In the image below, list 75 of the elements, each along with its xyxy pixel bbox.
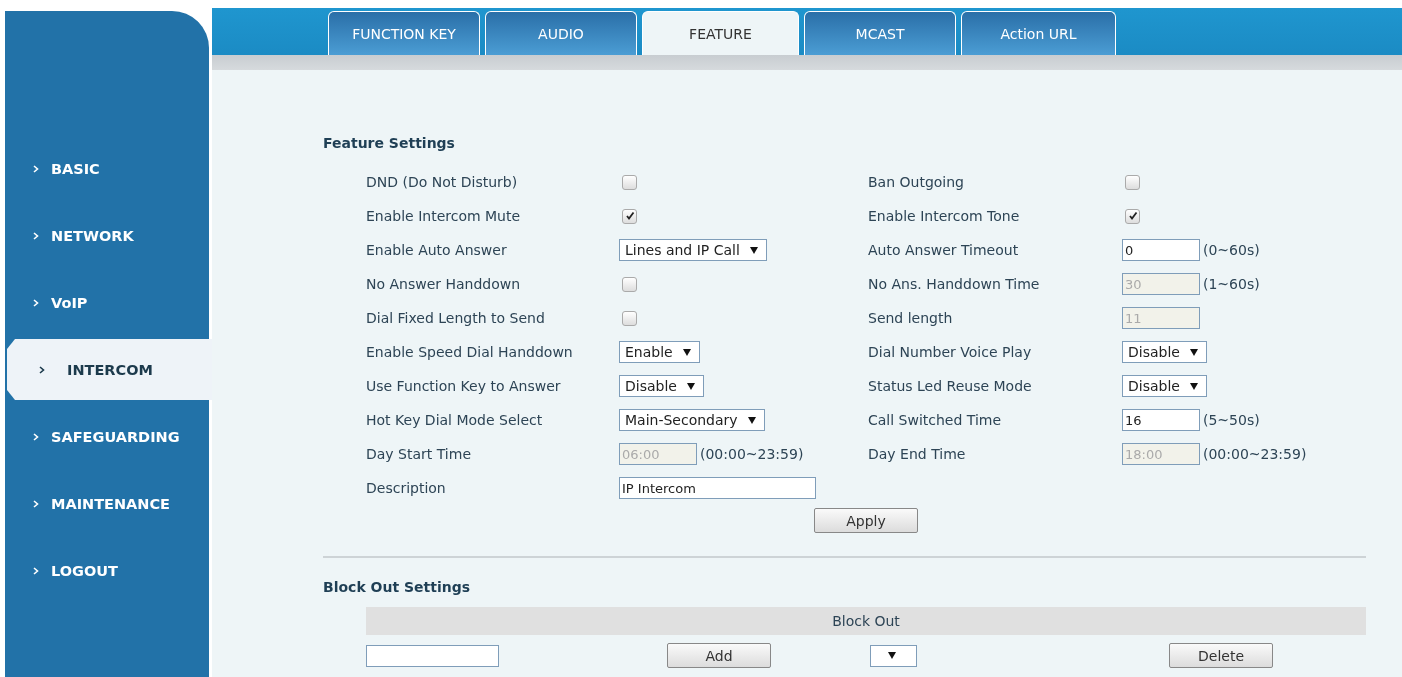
chevron-icon [33, 499, 39, 508]
dropdown[interactable] [870, 644, 917, 667]
field-label: Send length [868, 310, 954, 326]
sidebar-item[interactable]: LOGOUT [5, 540, 209, 601]
field-label: Auto Answer Timeout [868, 242, 1020, 258]
delete-button[interactable]: Delete [1169, 643, 1273, 668]
checkbox[interactable] [622, 174, 637, 190]
table-header: Block Out [366, 607, 1366, 635]
input-field[interactable]: 0 [1122, 239, 1200, 261]
section-title: Block Out Settings [323, 579, 472, 595]
caret-icon [1189, 348, 1198, 356]
field-label: Call Switched Time [868, 412, 1003, 428]
field-label: Day Start Time [366, 446, 472, 462]
checkbox[interactable] [622, 208, 637, 224]
field-label: Hot Key Dial Mode Select [366, 412, 544, 428]
caret-icon [686, 382, 695, 390]
dropdown[interactable]: Disable [1122, 341, 1207, 363]
sidebar-item[interactable]: SAFEGUARDING [5, 406, 209, 467]
chevron-icon [33, 231, 39, 240]
section-title: Feature Settings [323, 135, 456, 151]
range-hint: (00:00~23:59) [700, 446, 804, 462]
sidebar-item[interactable]: NETWORK [5, 205, 209, 266]
field-label: Dial Fixed Length to Send [366, 310, 546, 326]
tab[interactable]: MCAST [804, 11, 956, 55]
field-label: Enable Auto Answer [366, 242, 508, 258]
caret-icon [682, 348, 691, 356]
tab[interactable]: Action URL [961, 11, 1116, 55]
chevron-icon [33, 298, 39, 307]
check-icon [1127, 211, 1138, 221]
checkbox[interactable] [622, 310, 637, 326]
input-field[interactable]: 16 [1122, 409, 1200, 431]
sidebar-item[interactable]: INTERCOM [7, 339, 212, 400]
chevron-icon [33, 164, 39, 173]
field-label: Use Function Key to Answer [366, 378, 562, 394]
field-label: DND (Do Not Disturb) [366, 174, 519, 190]
field-label: Enable Speed Dial Handdown [366, 344, 574, 360]
dropdown[interactable]: Main-Secondary [619, 409, 765, 431]
field-label: Status Led Reuse Mode [868, 378, 1033, 394]
checkbox[interactable] [622, 276, 637, 292]
dropdown[interactable]: Enable [619, 341, 700, 363]
caret-icon [747, 416, 756, 424]
input-field[interactable] [366, 644, 499, 667]
range-hint: (0~60s) [1203, 242, 1260, 258]
field-label: Ban Outgoing [868, 174, 965, 190]
caret-icon [888, 652, 896, 659]
field-label: Dial Number Voice Play [868, 344, 1033, 360]
tab[interactable]: FUNCTION KEY [328, 11, 480, 55]
chevron-icon [33, 432, 39, 441]
sidebar-item[interactable]: BASIC [5, 138, 209, 199]
apply-button[interactable]: Apply [814, 508, 918, 533]
tab[interactable]: AUDIO [485, 11, 637, 55]
checkbox[interactable] [1125, 208, 1140, 224]
field-label: Enable Intercom Tone [868, 208, 1021, 224]
tab[interactable]: FEATURE [642, 11, 799, 55]
dropdown[interactable]: Disable [619, 375, 704, 397]
check-icon [624, 211, 635, 221]
range-hint: (1~60s) [1203, 276, 1260, 292]
input-field[interactable]: IP Intercom [619, 477, 816, 499]
chevron-icon [39, 365, 45, 374]
field-label: No Answer Handdown [366, 276, 522, 292]
sidebar-item[interactable]: VoIP [5, 272, 209, 333]
range-hint: (5~50s) [1203, 412, 1260, 428]
add-button[interactable]: Add [667, 643, 771, 668]
dropdown[interactable]: Lines and IP Call [619, 239, 767, 261]
dropdown[interactable]: Disable [1122, 375, 1207, 397]
field-label: Day End Time [868, 446, 967, 462]
checkbox[interactable] [1125, 174, 1140, 190]
sidebar-item[interactable]: MAINTENANCE [5, 473, 209, 534]
field-label: No Ans. Handdown Time [868, 276, 1041, 292]
caret-icon [1189, 382, 1198, 390]
chevron-icon [33, 566, 39, 575]
field-label: Enable Intercom Mute [366, 208, 522, 224]
range-hint: (00:00~23:59) [1203, 446, 1307, 462]
caret-icon [749, 246, 758, 254]
field-label: Description [366, 480, 447, 496]
